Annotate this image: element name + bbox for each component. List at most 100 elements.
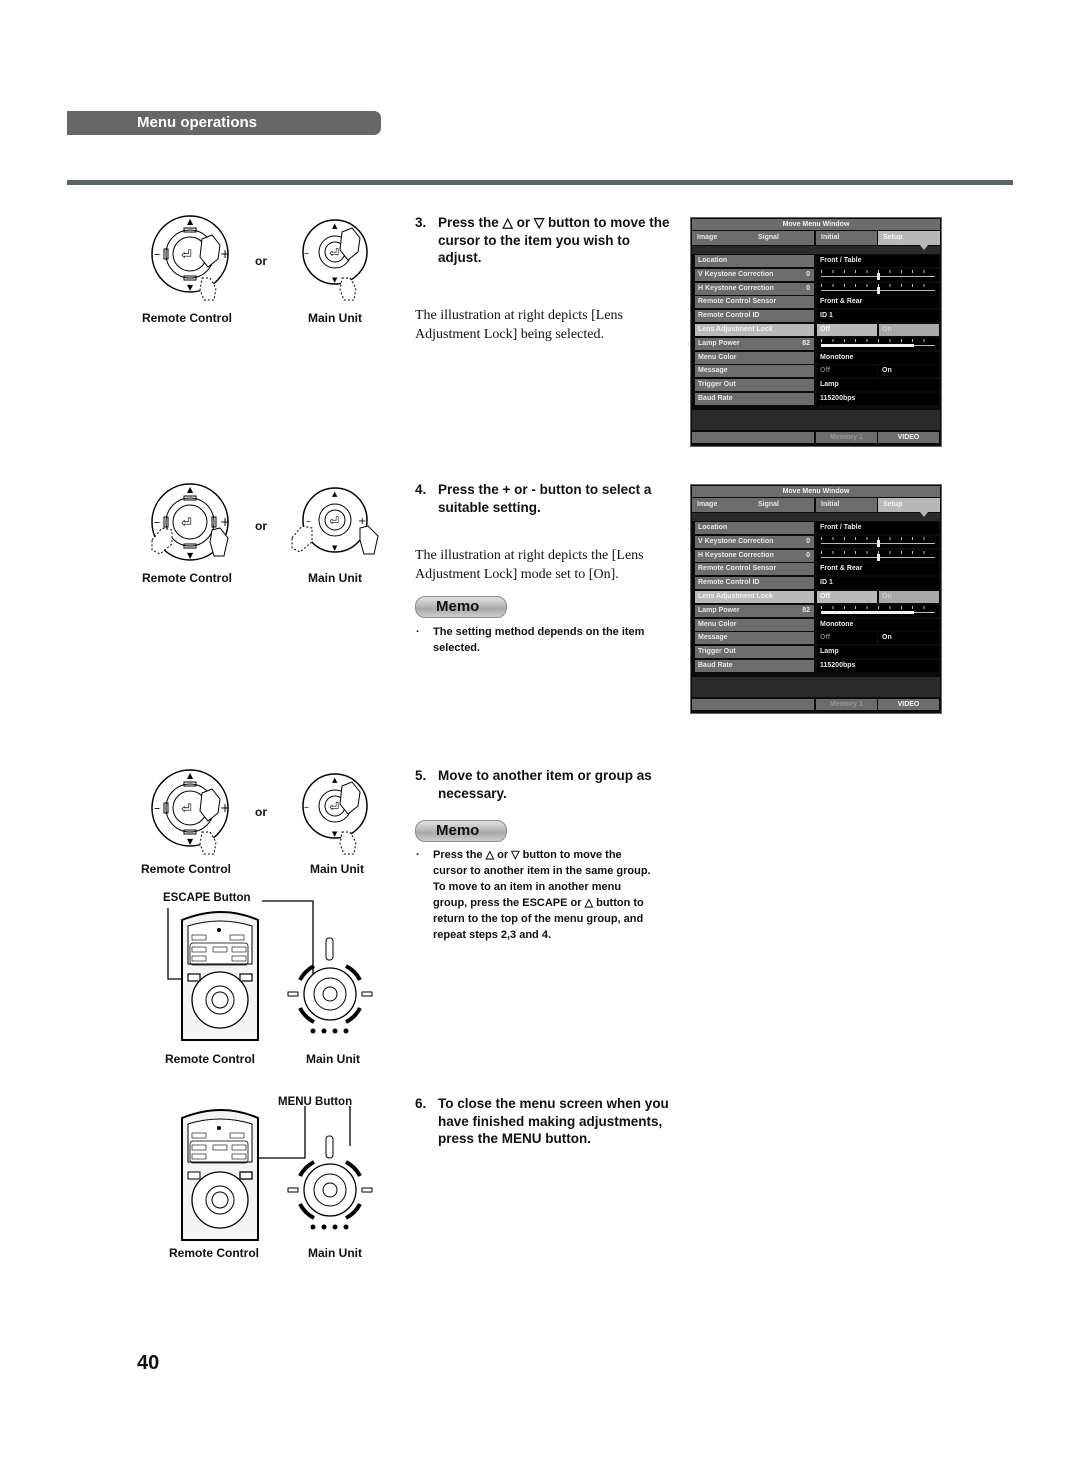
menu-row[interactable]: Lens Adjustment Lock Off On — [692, 591, 940, 604]
menu-row-label: Trigger Out — [695, 646, 814, 659]
menu-row-slider[interactable] — [817, 549, 939, 562]
menu-row-number: 0 — [806, 537, 810, 545]
menu-row-value[interactable]: 115200bps — [817, 660, 939, 672]
menu-tab-initial[interactable]: Initial — [816, 498, 877, 512]
menu-row[interactable]: Remote Control ID ID 1 — [692, 577, 940, 590]
menu-row[interactable]: Baud Rate 115200bps — [692, 393, 940, 406]
svg-text:⏎: ⏎ — [329, 800, 339, 814]
menu-row-label: Lamp Power 82 — [695, 604, 814, 617]
menu-row-label-text: Baud Rate — [698, 395, 733, 402]
menu-row-value[interactable]: Front / Table — [817, 255, 939, 267]
main-unit-dpad-icon: ⏎ ▲ ▼ – — [302, 219, 368, 301]
menu-tab-setup[interactable]: Setup — [878, 498, 940, 512]
menu-row[interactable]: Menu Color Monotone — [692, 351, 940, 365]
slider-fill — [821, 343, 914, 347]
menu-row-label-text: Baud Rate — [698, 662, 733, 669]
slider-ticks — [821, 605, 935, 609]
menu-row-slider[interactable] — [817, 535, 939, 548]
menu-row-label-text: Lamp Power — [698, 339, 740, 347]
menu-row-label-text: H Keystone Correction — [698, 551, 774, 559]
svg-text:▲: ▲ — [332, 776, 338, 784]
menu-row-value[interactable]: Front & Rear — [817, 563, 939, 576]
menu-row-label: V Keystone Correction 0 — [695, 535, 814, 548]
svg-text:▲: ▲ — [332, 222, 338, 230]
menu-row[interactable]: Remote Control Sensor Front & Rear — [692, 296, 940, 309]
or-label: or — [255, 254, 267, 268]
page-number: 40 — [137, 1352, 160, 1374]
menu-row-label: H Keystone Correction 0 — [695, 549, 814, 562]
menu-row-value[interactable]: ID 1 — [817, 577, 939, 590]
menu-row-value[interactable]: Front / Table — [817, 522, 939, 534]
menu-option-on[interactable]: On — [879, 632, 939, 645]
menu-row-value[interactable]: Monotone — [817, 618, 939, 631]
menu-row-label: Remote Control Sensor — [695, 296, 814, 309]
remote-dpad-updown-illustration: ▲ ▼ – + ⏎ — [150, 768, 260, 858]
menu-row[interactable]: Message Off On — [692, 632, 940, 645]
menu-row-value[interactable]: Monotone — [817, 351, 939, 364]
menu-row-value[interactable]: Front & Rear — [817, 296, 939, 309]
menu-row[interactable]: Lamp Power 82 — [692, 337, 940, 351]
main-unit-caption: Main Unit — [308, 571, 362, 585]
menu-tab-initial[interactable]: Initial — [816, 231, 877, 245]
slider-ticks — [821, 338, 935, 342]
menu-row-label-text: Trigger Out — [698, 648, 736, 656]
menu-button-location-illustration — [160, 1106, 380, 1246]
menu-row[interactable]: V Keystone Correction 0 — [692, 535, 940, 549]
menu-tab-signal[interactable]: Signal — [753, 498, 814, 512]
main-unit-caption: Main Unit — [308, 1246, 362, 1260]
or-label: or — [255, 519, 267, 533]
menu-option-off[interactable]: Off — [817, 591, 877, 603]
section-header: Menu operations — [67, 111, 381, 135]
menu-row[interactable]: Message Off On — [692, 365, 940, 378]
menu-option-on[interactable]: On — [879, 591, 939, 603]
slider-thumb[interactable] — [877, 539, 880, 547]
menu-row[interactable]: Remote Control Sensor Front & Rear — [692, 563, 940, 576]
slider-thumb[interactable] — [877, 286, 880, 294]
step-text: Press the △ or ▽ button to move the curs… — [438, 215, 670, 265]
menu-row[interactable]: Lens Adjustment Lock Off On — [692, 324, 940, 337]
menu-row[interactable]: Lamp Power 82 — [692, 604, 940, 618]
menu-row[interactable]: Remote Control ID ID 1 — [692, 310, 940, 323]
step-text: Move to another item or group as necessa… — [438, 768, 652, 801]
svg-text:⏎: ⏎ — [329, 246, 339, 260]
menu-row-value[interactable]: ID 1 — [817, 310, 939, 323]
slider-thumb[interactable] — [877, 272, 880, 280]
step-text: Press the + or - button to select a suit… — [438, 482, 652, 515]
menu-tab-image[interactable]: Image — [692, 498, 753, 512]
menu-row-slider[interactable] — [817, 604, 939, 617]
menu-title: Move Menu Window — [692, 219, 940, 230]
menu-tab-signal[interactable]: Signal — [753, 231, 814, 245]
menu-row[interactable]: Menu Color Monotone — [692, 618, 940, 632]
menu-row[interactable]: Trigger Out Lamp — [692, 646, 940, 659]
svg-text:–: – — [304, 802, 309, 813]
main-unit-dpad-plusminus-illustration: ⏎ ▲ ▼ – + — [290, 482, 385, 572]
menu-tab-setup[interactable]: Setup — [878, 231, 940, 245]
menu-option-off[interactable]: Off — [817, 324, 877, 336]
svg-text:–: – — [154, 801, 160, 815]
menu-row-slider[interactable] — [817, 337, 939, 350]
main-unit-caption: Main Unit — [306, 1052, 360, 1066]
menu-row-label: H Keystone Correction 0 — [695, 282, 814, 295]
menu-option-off[interactable]: Off — [817, 632, 877, 645]
menu-row[interactable]: Baud Rate 115200bps — [692, 660, 940, 673]
menu-row-slider[interactable] — [817, 268, 939, 281]
menu-row[interactable]: H Keystone Correction 0 — [692, 282, 940, 296]
menu-option-on[interactable]: On — [879, 324, 939, 336]
menu-row[interactable]: V Keystone Correction 0 — [692, 268, 940, 282]
menu-tab-image[interactable]: Image — [692, 231, 753, 245]
menu-row[interactable]: H Keystone Correction 0 — [692, 549, 940, 563]
menu-window-lens-lock-set: Move Menu Window Image Signal Initial Setup L… — [690, 484, 942, 714]
menu-row-value[interactable]: Lamp — [817, 646, 939, 659]
menu-option-off[interactable]: Off — [817, 365, 877, 378]
menu-row-value[interactable]: 115200bps — [817, 393, 939, 405]
memo-badge: Memo — [415, 820, 507, 842]
menu-row[interactable]: Trigger Out Lamp — [692, 379, 940, 392]
menu-row-value[interactable]: Lamp — [817, 379, 939, 392]
menu-row-slider[interactable] — [817, 282, 939, 295]
menu-option-on[interactable]: On — [879, 365, 939, 378]
or-label: or — [255, 805, 267, 819]
step-number: 4. — [415, 482, 427, 497]
slider-thumb[interactable] — [877, 553, 880, 561]
menu-row[interactable]: Location Front / Table — [692, 522, 940, 535]
menu-row[interactable]: Location Front / Table — [692, 255, 940, 268]
